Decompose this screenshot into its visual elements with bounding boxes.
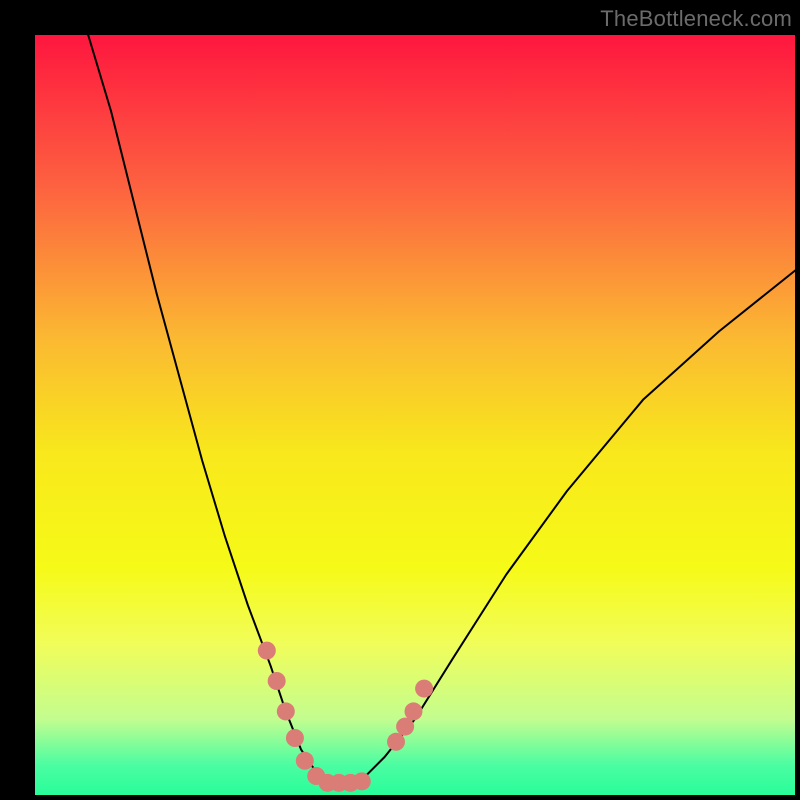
marker-right-cluster	[415, 680, 433, 698]
marker-left-cluster	[268, 672, 286, 690]
marker-left-cluster	[353, 772, 371, 790]
marker-right-cluster	[404, 702, 422, 720]
series-bottleneck-curve	[88, 35, 795, 784]
marker-left-cluster	[258, 642, 276, 660]
curve-layer	[35, 35, 795, 795]
marker-right-cluster	[396, 718, 414, 736]
marker-right-cluster	[387, 733, 405, 751]
marker-left-cluster	[296, 752, 314, 770]
marker-left-cluster	[277, 702, 295, 720]
marker-left-cluster	[286, 729, 304, 747]
chart-frame: TheBottleneck.com	[0, 0, 800, 800]
watermark-text: TheBottleneck.com	[600, 6, 792, 32]
plot-area	[35, 35, 795, 795]
